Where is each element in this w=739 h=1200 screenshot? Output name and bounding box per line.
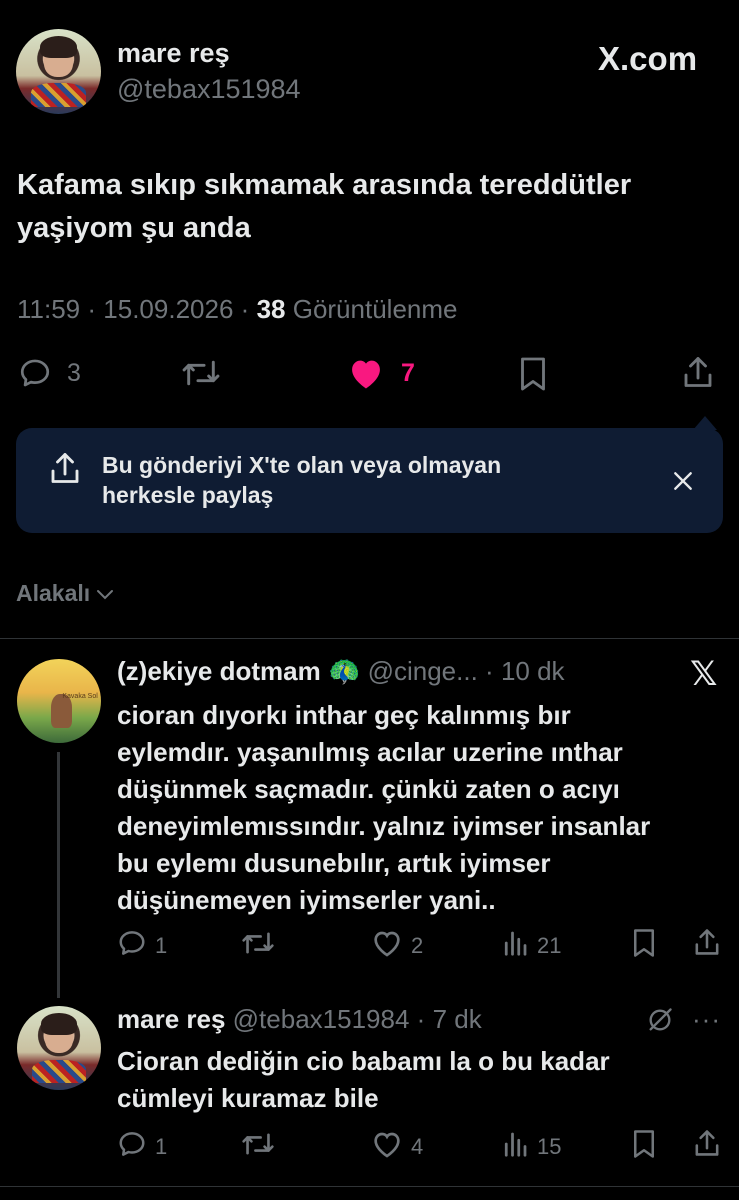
thread-line: [57, 752, 60, 998]
views-button[interactable]: 21: [501, 928, 561, 963]
post-text-line: Kafama sıkıp sıkmamak arasında tereddütl…: [17, 169, 632, 201]
post-date[interactable]: 15.09.2026: [103, 294, 233, 324]
reply-time[interactable]: 10 dk: [501, 656, 565, 686]
sort-label: Alakalı: [16, 580, 91, 606]
reply-action-bar: 1 4 15: [117, 1129, 723, 1163]
reply-header: mare reş @tebax151984 · 7 dk: [117, 1004, 482, 1034]
author-handle[interactable]: @tebax151984: [117, 74, 301, 105]
share-button[interactable]: [681, 354, 715, 390]
bookmark-icon: [631, 1130, 657, 1163]
author-display-name[interactable]: mare reş: [117, 38, 230, 69]
share-button[interactable]: [693, 1127, 721, 1164]
share-banner-text: herkesle paylaş: [102, 482, 274, 508]
like-button[interactable]: 4: [371, 1129, 423, 1164]
retweet-icon: [241, 1133, 275, 1163]
reply-button[interactable]: 1: [117, 1129, 167, 1164]
like-icon: [371, 1129, 403, 1164]
x-logo-icon: 𝕏: [690, 655, 718, 693]
retweet-button[interactable]: [241, 1129, 275, 1164]
reply-display-name[interactable]: (z)ekiye dotmam: [117, 656, 321, 686]
post-text: Kafama sıkıp sıkmamak arasında tereddütl…: [17, 164, 631, 250]
reply-handle[interactable]: @tebax151984: [233, 1004, 410, 1034]
like-count: 2: [411, 932, 424, 958]
bookmark-button[interactable]: [631, 928, 657, 963]
reply-count: 1: [155, 1133, 168, 1159]
reply-display-name[interactable]: mare reş: [117, 1004, 225, 1034]
share-icon: [48, 450, 82, 491]
reply-handle[interactable]: @cinge...: [368, 656, 478, 686]
reply-action-bar: 1 2 21: [117, 928, 723, 962]
retweet-icon: [181, 356, 221, 390]
share-icon: [693, 1130, 721, 1163]
share-button[interactable]: [693, 926, 721, 963]
reply-icon: [18, 356, 52, 390]
more-options-icon[interactable]: ···: [692, 1004, 721, 1035]
reply-count: 1: [155, 932, 168, 958]
reply-text: cioran dıyorkı inthar geç kalınmış bır e…: [117, 700, 651, 915]
like-button[interactable]: 2: [371, 928, 423, 963]
reply-count: 3: [67, 358, 81, 387]
post-time[interactable]: 11:59: [17, 294, 80, 324]
divider: [0, 1186, 739, 1187]
reply-text: Cioran dediğin cio babamı la o bu kadar …: [117, 1046, 610, 1113]
like-icon-filled: [347, 356, 385, 390]
views-button[interactable]: 15: [501, 1129, 561, 1164]
reply-avatar[interactable]: [17, 1006, 101, 1090]
reply-header: (z)ekiye dotmam 🦚 @cinge... · 10 dk: [117, 656, 565, 686]
close-icon[interactable]: [672, 470, 694, 497]
bookmark-icon: [631, 929, 657, 962]
like-count: 7: [401, 358, 415, 387]
share-banner[interactable]: Bu gönderiyi X'te olan veya olmayan herk…: [16, 416, 723, 533]
analytics-icon: [501, 1129, 529, 1164]
bookmark-button[interactable]: [517, 356, 549, 392]
like-button[interactable]: 7: [347, 356, 415, 390]
like-count: 4: [411, 1133, 424, 1159]
x-logo: X.com: [598, 40, 698, 77]
reply-icon: [117, 1129, 147, 1164]
share-icon: [693, 929, 721, 962]
post-text-line: yaşiyom şu anda: [17, 212, 251, 244]
share-icon: [681, 354, 715, 390]
sort-dropdown[interactable]: Alakalı: [16, 580, 114, 607]
views-label: Görüntülenme: [292, 294, 458, 324]
chevron-down-icon: [96, 580, 114, 607]
share-banner-text: Bu gönderiyi X'te olan veya olmayan: [102, 452, 502, 478]
author-avatar[interactable]: [16, 29, 101, 114]
reply-button[interactable]: 1: [117, 928, 167, 963]
grok-icon[interactable]: [646, 1006, 674, 1039]
post-meta: 11:59 · 15.09.2026 · 38 Görüntülenme: [17, 294, 458, 324]
reply-icon: [117, 928, 147, 963]
peacock-emoji: 🦚: [327, 656, 361, 686]
bookmark-button[interactable]: [631, 1129, 657, 1164]
analytics-icon: [501, 928, 529, 963]
views-count: 38: [256, 294, 286, 324]
views-count: 15: [537, 1133, 562, 1159]
views-count: 21: [537, 932, 562, 958]
divider: [0, 638, 739, 639]
reply-time[interactable]: 7 dk: [433, 1004, 482, 1034]
reply-button[interactable]: 3: [18, 356, 81, 390]
like-icon: [371, 928, 403, 963]
retweet-icon: [241, 932, 275, 962]
bookmark-icon: [517, 356, 549, 392]
reply-avatar[interactable]: Kavaka Sol: [17, 659, 101, 743]
retweet-button[interactable]: [181, 356, 221, 390]
retweet-button[interactable]: [241, 928, 275, 963]
